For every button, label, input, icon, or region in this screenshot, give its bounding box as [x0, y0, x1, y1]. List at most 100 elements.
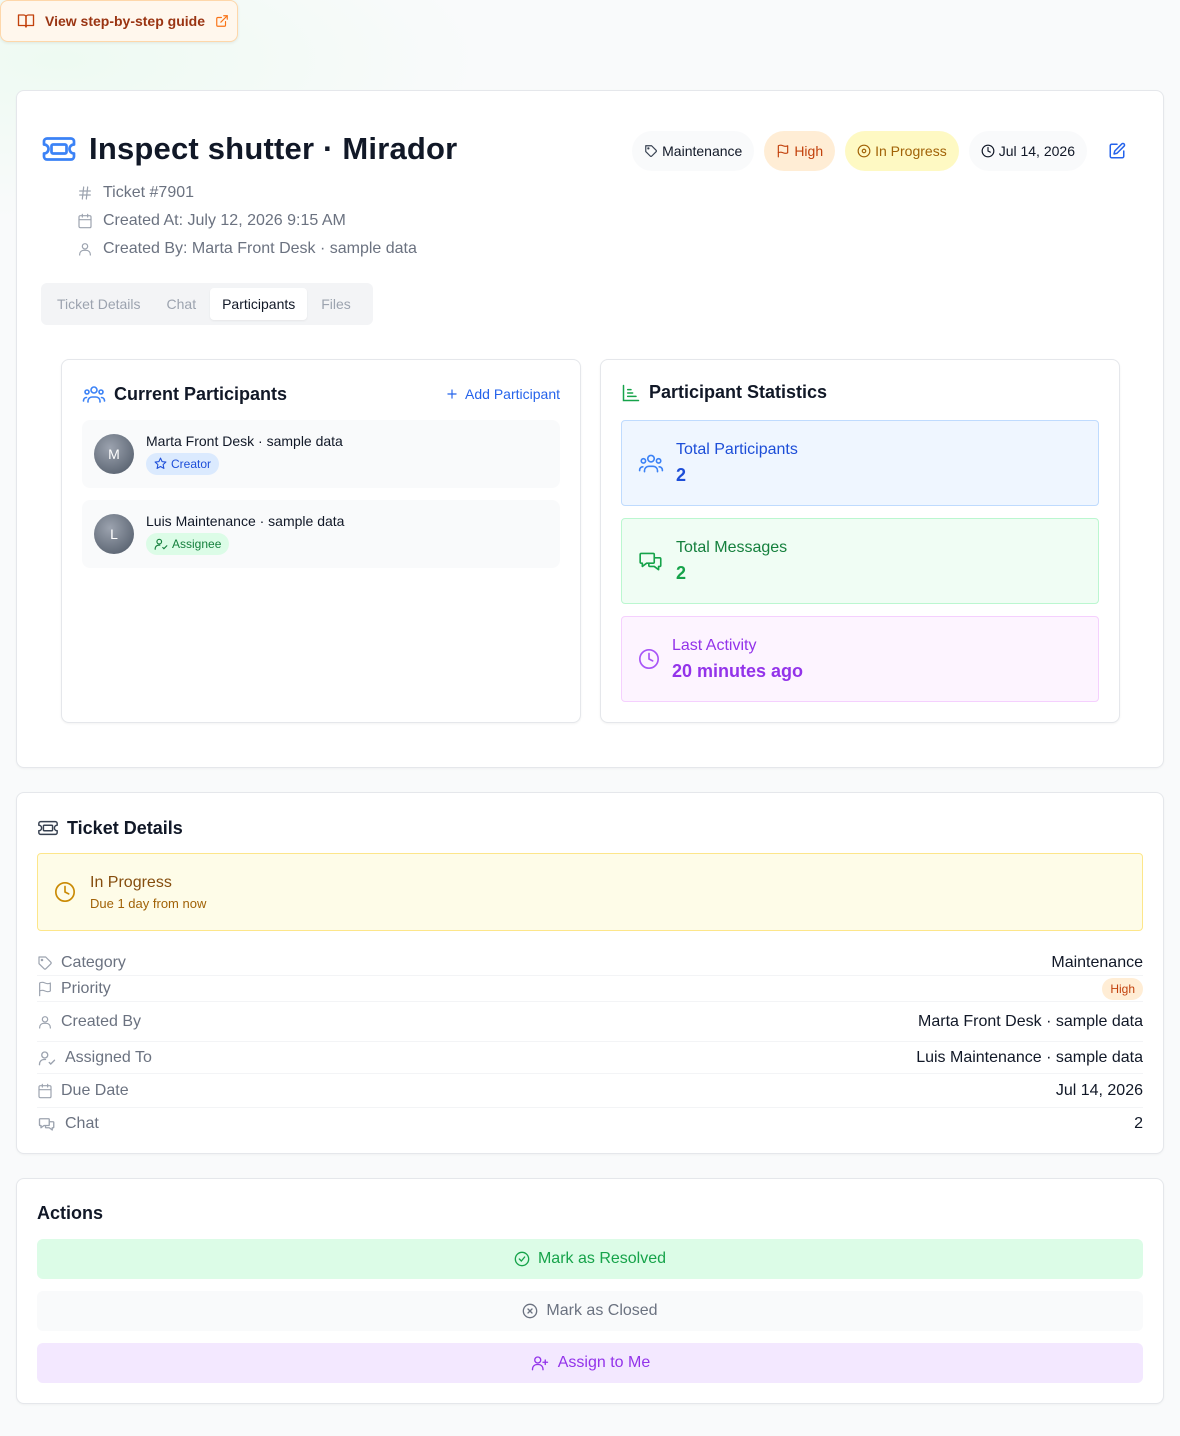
tab-ticket-details[interactable]: Ticket Details: [45, 288, 153, 320]
view-guide-button[interactable]: View step-by-step guide: [0, 0, 238, 42]
detail-label: Chat: [37, 1115, 99, 1133]
stat-value: 2: [676, 562, 687, 583]
chat-bubbles-icon: [37, 1115, 57, 1133]
ticket-icon: [37, 817, 59, 839]
add-participant-button[interactable]: Add Participant: [445, 386, 560, 402]
tab-participants[interactable]: Participants: [210, 288, 308, 320]
detail-row-priority: Priority High: [37, 976, 1143, 1002]
ticket-number: Ticket #7901: [103, 184, 195, 201]
stat-label: Total Participants: [676, 440, 798, 458]
detail-label-text: Category: [61, 953, 126, 971]
priority-pill: High: [1102, 977, 1143, 1000]
ticket-title-row: Inspect shutter · Mirador: [41, 131, 457, 167]
ticket-details-card: Ticket Details In Progress Due 1 day fro…: [16, 792, 1164, 1154]
actions-title: Actions: [37, 1203, 104, 1223]
ticket-icon: [41, 131, 77, 167]
ticket-meta: Ticket #7901 Created At: July 12, 2026 9…: [77, 179, 417, 263]
user-check-icon: [154, 537, 168, 551]
ticket-tabs: Ticket Details Chat Participants Files: [41, 283, 373, 325]
mark-closed-button[interactable]: Mark as Closed: [37, 1291, 1143, 1331]
stat-value: 20 minutes ago: [672, 660, 804, 681]
user-check-icon: [37, 1049, 57, 1067]
tag-icon: [644, 144, 658, 158]
detail-row-category: Category Maintenance: [37, 950, 1143, 976]
ticket-details-title-text: Ticket Details: [67, 817, 183, 838]
tag-icon: [37, 955, 53, 971]
total-participants-stat: Total Participants 2: [621, 420, 1099, 506]
participants-title-text: Current Participants: [114, 383, 288, 404]
due-date-badge-label: Jul 14, 2026: [998, 143, 1075, 159]
book-icon: [17, 12, 35, 30]
detail-label-text: Priority: [61, 979, 111, 997]
tab-files[interactable]: Files: [309, 288, 363, 320]
tab-chat[interactable]: Chat: [155, 288, 209, 320]
mark-resolved-label: Mark as Resolved: [537, 1250, 667, 1267]
stat-label: Last Activity: [672, 636, 757, 654]
avatar: M: [94, 434, 134, 474]
detail-rows: Category Maintenance Priority High Creat…: [37, 950, 1143, 1140]
detail-label: Due Date: [37, 1082, 129, 1100]
users-icon: [638, 450, 664, 476]
created-by: Created By: Marta Front Desk · sample da…: [103, 240, 417, 257]
calendar-icon: [77, 213, 93, 229]
circle-dot-icon: [857, 144, 871, 158]
stats-title: Participant Statistics: [621, 382, 827, 403]
stat-label: Total Messages: [676, 538, 788, 556]
mark-resolved-button[interactable]: Mark as Resolved: [37, 1239, 1143, 1279]
detail-value: 2: [1134, 1115, 1143, 1132]
detail-label: Created By: [37, 1013, 141, 1031]
participants-title: Current Participants: [82, 382, 287, 406]
created-at-row: Created At: July 12, 2026 9:15 AM: [77, 207, 417, 235]
plus-icon: [445, 387, 459, 401]
stat-content: Total Participants 2: [676, 441, 798, 486]
status-badge-label: In Progress: [875, 143, 947, 159]
priority-badge: High: [764, 131, 836, 171]
edit-icon: [1108, 142, 1126, 160]
detail-row-created-by: Created By Marta Front Desk · sample dat…: [37, 1002, 1143, 1042]
edit-ticket-button[interactable]: [1101, 135, 1133, 167]
participant-name: Luis Maintenance · sample data: [146, 512, 345, 529]
due-date-badge: Jul 14, 2026: [968, 131, 1087, 171]
stat-content: Last Activity 20 minutes ago: [672, 637, 803, 682]
detail-label-text: Chat: [65, 1115, 99, 1132]
check-circle-icon: [514, 1251, 530, 1267]
add-participant-label: Add Participant: [465, 386, 560, 402]
detail-label-text: Due Date: [61, 1081, 129, 1099]
flag-icon: [37, 981, 53, 997]
detail-label: Priority: [37, 980, 111, 998]
detail-label: Category: [37, 954, 126, 972]
actions-card: Actions Mark as Resolved Mark as Closed …: [16, 1178, 1164, 1404]
users-icon: [82, 382, 106, 406]
assign-to-me-button[interactable]: Assign to Me: [37, 1343, 1143, 1383]
chat-bubbles-icon: [638, 548, 664, 574]
ticket-header-card: Inspect shutter · Mirador Ticket #7901 C…: [16, 90, 1164, 768]
total-messages-stat: Total Messages 2: [621, 518, 1099, 604]
status-banner: In Progress Due 1 day from now: [37, 853, 1143, 931]
category-badge-label: Maintenance: [662, 143, 743, 159]
clock-icon: [54, 881, 76, 903]
role-badge-creator: Creator: [146, 452, 220, 475]
stats-header: Participant Statistics: [621, 382, 1099, 403]
participant-item: M Marta Front Desk · sample data Creator: [82, 420, 560, 488]
ticket-number-row: Ticket #7901: [77, 179, 417, 207]
user-icon: [77, 241, 93, 257]
last-activity-stat: Last Activity 20 minutes ago: [621, 616, 1099, 702]
flag-icon: [776, 144, 790, 158]
participant-statistics-card: Participant Statistics Total Participant…: [600, 359, 1120, 723]
detail-row-assigned-to: Assigned To Luis Maintenance · sample da…: [37, 1042, 1143, 1074]
detail-label-text: Assigned To: [65, 1048, 152, 1066]
view-guide-label: View step-by-step guide: [45, 13, 205, 29]
created-at: Created At: July 12, 2026 9:15 AM: [103, 212, 346, 229]
status-badge: In Progress: [845, 131, 959, 171]
role-badge-label: Creator: [171, 456, 212, 471]
bar-chart-icon: [621, 383, 641, 403]
avatar: L: [94, 514, 134, 554]
participants-header: Current Participants Add Participant: [82, 382, 560, 406]
participant-name: Marta Front Desk · sample data: [146, 432, 343, 449]
ticket-badges: Maintenance High In Progress Jul 14, 202…: [632, 131, 1133, 171]
detail-value: Jul 14, 2026: [1055, 1081, 1143, 1099]
assign-to-me-label: Assign to Me: [557, 1354, 651, 1371]
mark-closed-label: Mark as Closed: [546, 1302, 658, 1319]
detail-value: Luis Maintenance · sample data: [916, 1048, 1143, 1066]
user-plus-icon: [530, 1354, 550, 1372]
